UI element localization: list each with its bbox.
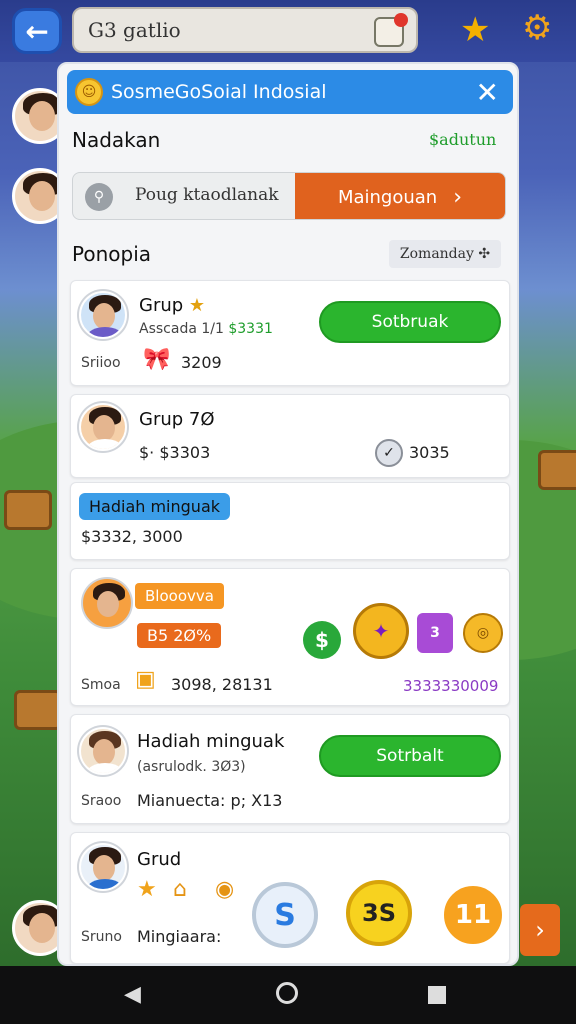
nav-recents-icon[interactable] — [428, 986, 446, 1004]
crate-decoration — [538, 450, 576, 490]
row-value: 3098, 28131 — [171, 675, 273, 694]
gold-coin-icon[interactable]: 3S — [346, 880, 412, 946]
group-value: $· $3303 — [139, 443, 211, 462]
notification-dot — [394, 13, 408, 27]
reward-card[interactable]: Hadiah minguak (asrulodk. 3Ø3) Sraoo Mia… — [70, 714, 510, 824]
section-title: Nadakan — [72, 128, 161, 152]
dollar-coin-icon: $ — [303, 621, 341, 659]
shop-bag-icon[interactable] — [374, 13, 408, 47]
bonus-tag[interactable]: Blooovva — [135, 583, 224, 609]
reward-value: $3332, 3000 — [81, 527, 183, 546]
section-title: Ponopia — [72, 242, 152, 266]
avatar — [79, 727, 127, 775]
group-name: Grud — [137, 849, 182, 870]
search-input[interactable]: Poug ktaodlanak — [135, 185, 279, 205]
star-icon[interactable]: ★ — [460, 10, 490, 50]
level-coin-icon[interactable]: 11 — [440, 882, 506, 948]
bonus-percent-tag: B5 2Ø% — [137, 623, 222, 648]
group-subtitle: Asscada 1/1 $3331 — [139, 321, 273, 337]
barrel-decoration — [4, 490, 52, 530]
section-link[interactable]: $adutun — [429, 130, 496, 149]
search-icon: ⚲ — [85, 183, 113, 211]
reward-pill[interactable]: Hadiah minguak — [79, 493, 231, 520]
search-button[interactable]: Maingouan › — [295, 173, 505, 219]
group-count: 3035 — [409, 443, 450, 462]
top-search-bar[interactable]: G3 gatlio — [72, 7, 418, 53]
coin-stack-icon: ◎ — [463, 613, 503, 653]
skype-coin-icon[interactable]: S — [252, 882, 318, 948]
claim-button[interactable]: Sotrbalt — [319, 735, 501, 777]
ribbon-icon: 🎀 — [143, 347, 171, 372]
row-value: Mingiaara: — [137, 927, 222, 946]
group-card[interactable]: Grup ★ Asscada 1/1 $3331 Sriioo 3209 🎀 S… — [70, 280, 510, 386]
row-label: Sriioo — [81, 355, 121, 371]
group-name: Grup ★ — [139, 295, 206, 316]
coin-stack-icon: ◉ — [215, 877, 235, 902]
top-search-text: G3 gatlio — [88, 18, 181, 42]
top-bar: ← G3 gatlio ★ ⚙ — [0, 0, 576, 62]
reward-title: Hadiah minguak — [137, 731, 285, 752]
crate-decoration — [14, 690, 62, 730]
system-nav-bar: ◀ — [0, 966, 576, 1024]
row-label: Smoa — [81, 677, 121, 693]
reward-card[interactable]: Hadiah minguak $3332, 3000 — [70, 482, 510, 560]
group-name: Grup 7Ø — [139, 409, 215, 430]
back-button[interactable]: ← — [12, 8, 62, 54]
gear-icon[interactable]: ⚙ — [522, 8, 552, 48]
social-modal: ☺ SosmeGoSoial Indosial ✕ Nadakan $adutu… — [57, 62, 519, 966]
avatar — [83, 579, 131, 627]
nav-back-icon[interactable]: ◀ — [124, 982, 141, 1007]
reward-subtitle: (asrulodk. 3Ø3) — [137, 759, 246, 775]
modal-title: SosmeGoSoial Indosial — [111, 81, 327, 103]
search-row: ⚲ Poug ktaodlanak Maingouan › — [72, 172, 506, 220]
join-button[interactable]: Sotbruak — [319, 301, 501, 343]
row-value: Mianuecta: p; X13 — [137, 791, 283, 810]
chevron-right-icon: › — [453, 184, 463, 210]
purple-value: 3333330009 — [403, 677, 499, 695]
star-icon: ★ — [137, 877, 157, 902]
star-icon: ★ — [188, 295, 206, 316]
check-icon: ✓ — [375, 439, 403, 467]
close-icon[interactable]: ✕ — [476, 76, 499, 109]
bonus-card[interactable]: Blooovva B5 2Ø% $ ✦ 3 ◎ Smoa ▣ 3098, 281… — [70, 568, 510, 706]
row-label: Sraoo — [81, 793, 122, 809]
nav-home-icon[interactable] — [276, 982, 298, 1004]
avatar — [79, 403, 127, 451]
sort-dropdown[interactable]: Zomanday ✣ — [389, 240, 501, 268]
search-button-label: Maingouan — [337, 186, 438, 208]
modal-header: ☺ SosmeGoSoial Indosial ✕ — [67, 70, 513, 114]
gift-icon: 3 — [417, 613, 453, 653]
avatar — [79, 291, 127, 339]
arrow-left-icon: ← — [25, 14, 49, 48]
group-card[interactable]: Grup 7Ø $· $3303 ✓ 3035 — [70, 394, 510, 478]
chest-icon: ⌂ — [173, 877, 187, 902]
avatar — [79, 843, 127, 891]
row-value: 3209 — [181, 353, 222, 372]
row-label: Sruno — [81, 929, 122, 945]
emoji-coin-icon: ☺ — [75, 78, 103, 106]
gift-box-icon: ▣ — [135, 667, 156, 692]
sun-badge-icon: ✦ — [353, 603, 409, 659]
next-arrow-button[interactable]: › — [520, 904, 560, 956]
